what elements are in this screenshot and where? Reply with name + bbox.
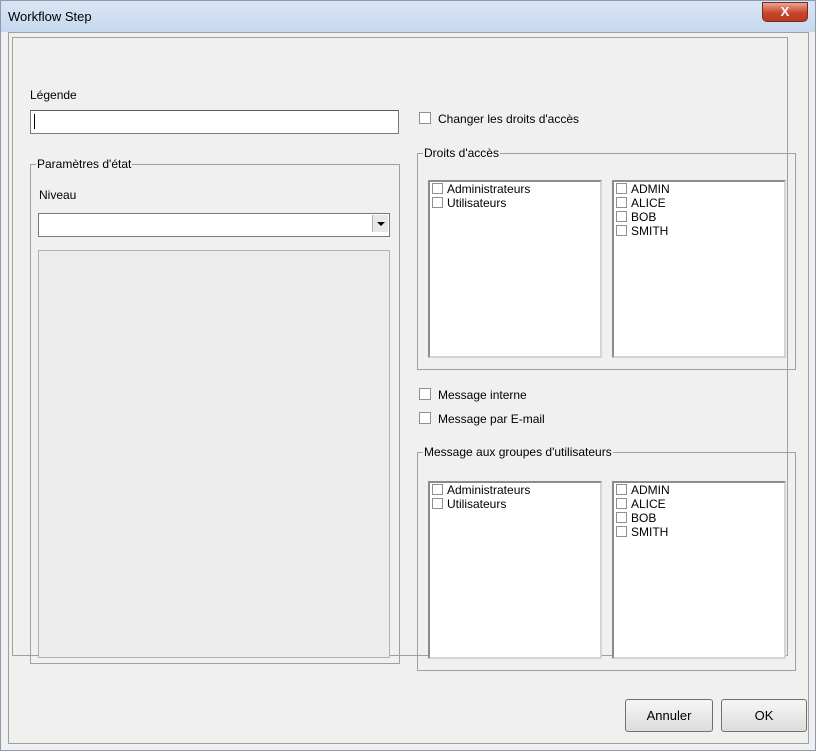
checkbox-icon[interactable] (616, 197, 627, 208)
list-item[interactable]: Utilisateurs (430, 196, 600, 210)
droits-groups-list[interactable]: Administrateurs Utilisateurs (428, 180, 602, 358)
checkbox-icon[interactable] (432, 498, 443, 509)
message-interne-label: Message interne (438, 388, 527, 402)
checkbox-icon[interactable] (616, 211, 627, 222)
message-groupes-group-label: Message aux groupes d'utilisateurs (424, 445, 612, 459)
niveau-label: Niveau (39, 188, 77, 202)
message-users-list[interactable]: ADMIN ALICE BOB SMITH (612, 481, 786, 659)
list-item[interactable]: BOB (614, 511, 784, 525)
checkbox-icon[interactable] (616, 498, 627, 509)
changer-droits-checkbox[interactable]: Changer les droits d'accès (419, 112, 579, 126)
chevron-down-icon[interactable] (372, 215, 388, 232)
etat-group-label: Paramètres d'état (37, 157, 132, 171)
list-item[interactable]: ADMIN (614, 483, 784, 497)
list-item-label: ADMIN (631, 483, 670, 497)
window-title: Workflow Step (8, 9, 92, 24)
list-item-label: ALICE (631, 497, 666, 511)
checkbox-icon[interactable] (616, 225, 627, 236)
list-item[interactable]: ALICE (614, 196, 784, 210)
changer-droits-label: Changer les droits d'accès (438, 112, 580, 126)
checkbox-icon[interactable] (616, 526, 627, 537)
list-item-label: SMITH (631, 224, 669, 238)
checkbox-icon[interactable] (616, 183, 627, 194)
checkbox-icon[interactable] (419, 388, 431, 400)
list-item-label: Utilisateurs (447, 196, 507, 210)
list-item-label: BOB (631, 210, 657, 224)
droits-group-label: Droits d'accès (424, 146, 499, 160)
title-bar: Workflow Step X (1, 1, 815, 32)
list-item[interactable]: ADMIN (614, 182, 784, 196)
message-groups-list[interactable]: Administrateurs Utilisateurs (428, 481, 602, 659)
legende-input[interactable] (30, 110, 399, 134)
checkbox-icon[interactable] (616, 484, 627, 495)
dialog-window: Workflow Step X Légende Paramètres d'éta… (0, 0, 816, 751)
list-item-label: SMITH (631, 525, 669, 539)
niveau-preview-area (38, 250, 390, 658)
message-interne-checkbox[interactable]: Message interne (419, 388, 527, 402)
list-item-label: Administrateurs (447, 483, 531, 497)
close-button[interactable]: X (762, 2, 808, 22)
niveau-select[interactable] (38, 213, 390, 237)
legende-label: Légende (30, 88, 77, 102)
list-item-label: ALICE (631, 196, 666, 210)
list-item-label: ADMIN (631, 182, 670, 196)
ok-button[interactable]: OK (721, 699, 807, 732)
list-item[interactable]: Administrateurs (430, 182, 600, 196)
message-email-checkbox[interactable]: Message par E-mail (419, 412, 545, 426)
list-item-label: Utilisateurs (447, 497, 507, 511)
droits-users-list[interactable]: ADMIN ALICE BOB SMITH (612, 180, 786, 358)
list-item[interactable]: ALICE (614, 497, 784, 511)
list-item[interactable]: Administrateurs (430, 483, 600, 497)
cancel-button[interactable]: Annuler (625, 699, 713, 732)
checkbox-icon[interactable] (419, 112, 431, 124)
text-caret (34, 114, 35, 129)
list-item[interactable]: Utilisateurs (430, 497, 600, 511)
list-item[interactable]: SMITH (614, 224, 784, 238)
close-icon: X (780, 4, 790, 19)
checkbox-icon[interactable] (432, 197, 443, 208)
list-item-label: BOB (631, 511, 657, 525)
checkbox-icon[interactable] (432, 183, 443, 194)
message-email-label: Message par E-mail (438, 412, 545, 426)
list-item-label: Administrateurs (447, 182, 531, 196)
list-item[interactable]: BOB (614, 210, 784, 224)
checkbox-icon[interactable] (616, 512, 627, 523)
checkbox-icon[interactable] (432, 484, 443, 495)
checkbox-icon[interactable] (419, 412, 431, 424)
list-item[interactable]: SMITH (614, 525, 784, 539)
